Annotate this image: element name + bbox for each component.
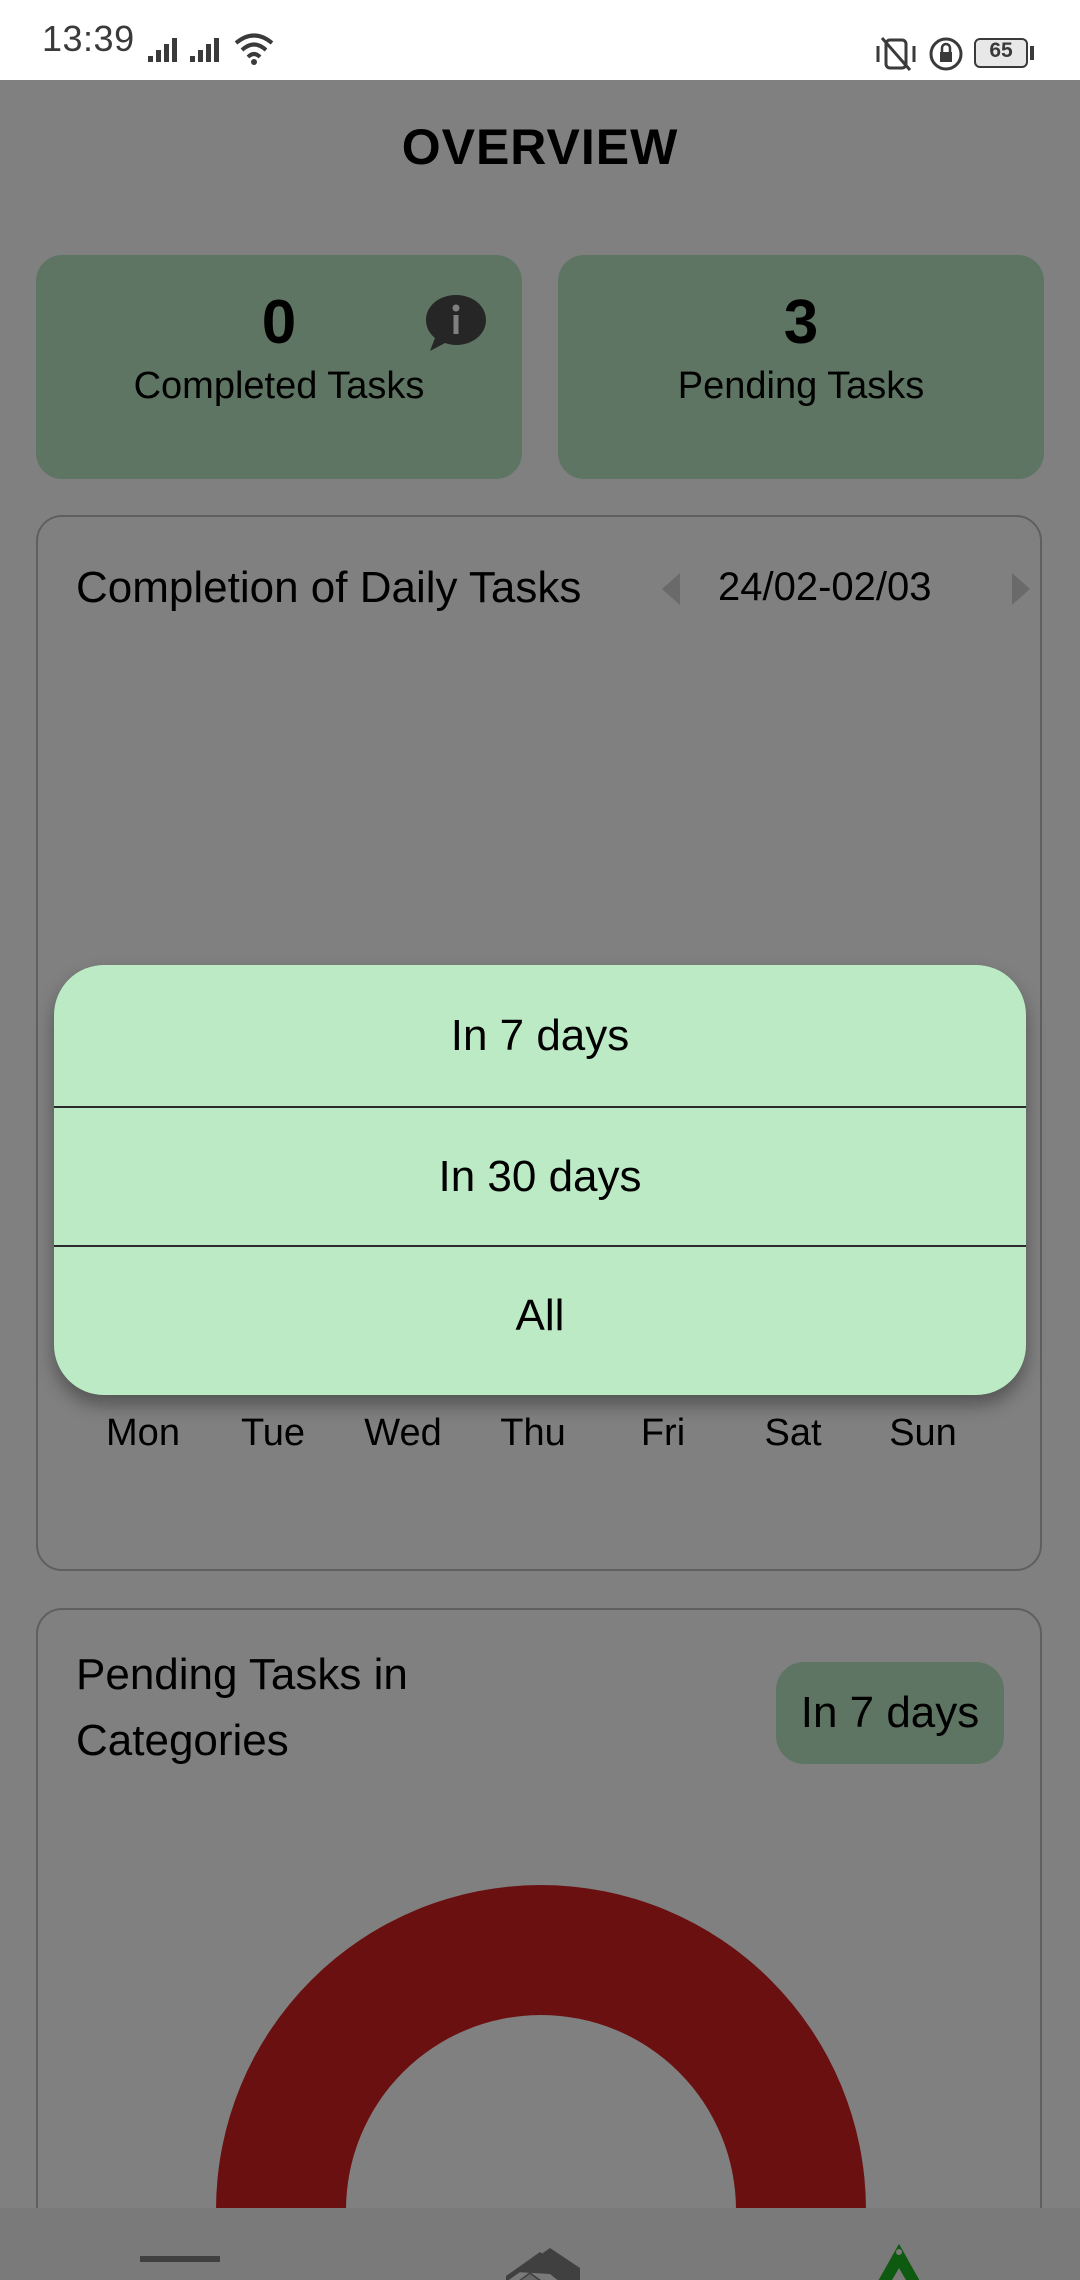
wifi-icon: [234, 33, 274, 65]
pending-tasks-label: Pending Tasks: [677, 365, 925, 407]
cell-signal-icon: [148, 38, 177, 62]
date-range-label: 24/02-02/03: [718, 565, 932, 609]
logo-triangle-icon[interactable]: [852, 2240, 946, 2280]
battery-level: 65: [989, 39, 1013, 62]
range-dropdown-menu: In 7 days In 30 days All: [54, 965, 1026, 1395]
pending-tasks-count: 3: [783, 288, 819, 357]
weekday-label: Fri: [640, 1412, 686, 1454]
cell-signal-2-icon: [190, 38, 219, 62]
vibrate-icon: [876, 37, 916, 71]
completed-tasks-card[interactable]: 0 Completed Tasks: [36, 255, 522, 479]
weekday-label: Sat: [764, 1412, 822, 1454]
weekday-label: Tue: [240, 1412, 306, 1454]
weekday-axis: Mon Tue Wed Thu Fri Sat Sun: [68, 1412, 1014, 1472]
pending-categories-panel: Pending Tasks in Categories In 7 days: [36, 1608, 1042, 2280]
weekday-label: Sun: [889, 1412, 957, 1454]
battery-tip: [1030, 46, 1034, 60]
pending-tasks-card[interactable]: 3 Pending Tasks: [558, 255, 1044, 479]
daily-completion-title: Completion of Daily Tasks: [76, 563, 582, 612]
status-bar: 13:39 65: [0, 0, 1080, 80]
home-icon[interactable]: [496, 2242, 584, 2280]
battery-icon: 65: [974, 38, 1028, 68]
dropdown-option-30-days[interactable]: In 30 days: [54, 1106, 1026, 1246]
completed-tasks-label: Completed Tasks: [133, 365, 425, 407]
weekday-label: Mon: [106, 1412, 180, 1454]
dropdown-option-all[interactable]: All: [54, 1245, 1026, 1385]
page-title: OVERVIEW: [401, 119, 679, 175]
info-bubble-icon[interactable]: [424, 293, 488, 353]
lock-rotation-icon: [929, 37, 963, 71]
dropdown-option-7-days[interactable]: In 7 days: [54, 967, 1026, 1105]
chevron-right-icon[interactable]: [1010, 571, 1034, 607]
status-time: 13:39: [42, 18, 135, 59]
weekday-label: Thu: [500, 1412, 566, 1454]
chevron-left-icon[interactable]: [658, 571, 682, 607]
weekday-label: Wed: [364, 1412, 442, 1454]
menu-icon[interactable]: [138, 2252, 222, 2280]
donut-segment: [216, 1885, 866, 2210]
bottom-nav-bar: [0, 2208, 1080, 2280]
category-donut-chart: [216, 1885, 866, 2210]
